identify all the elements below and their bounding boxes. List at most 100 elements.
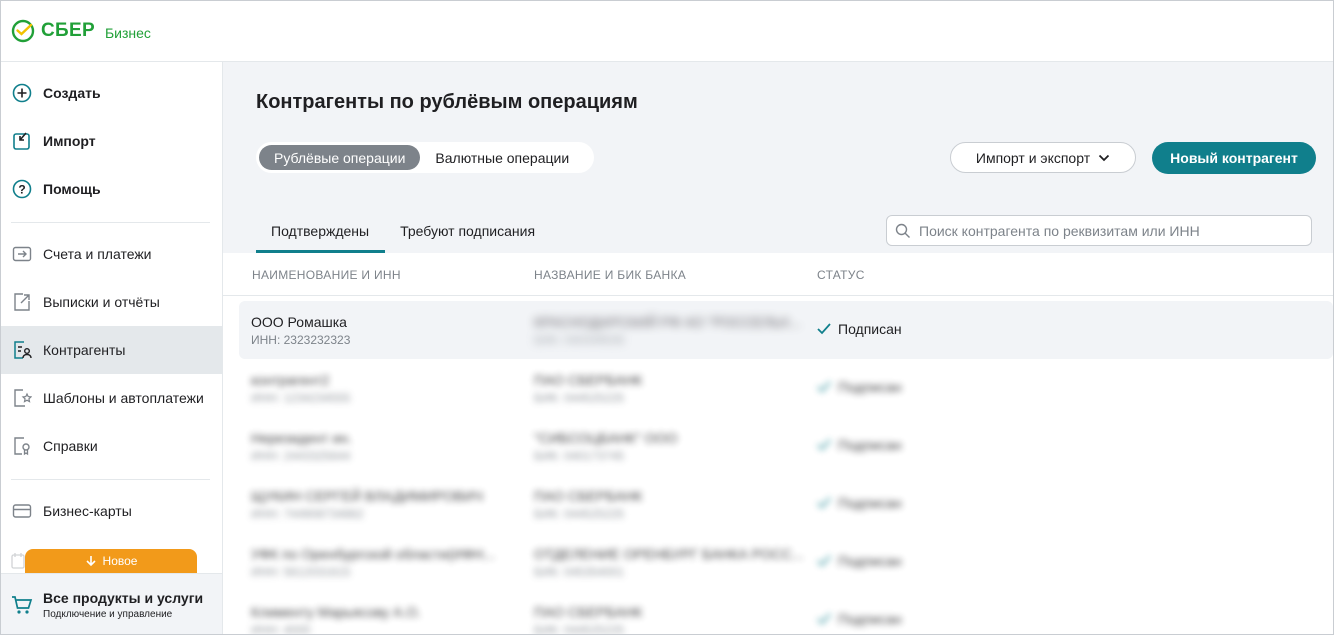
- app-window: СБЕР Бизнес Создать Импорт ? Помощь Счет…: [0, 0, 1334, 635]
- search-input[interactable]: [919, 222, 1311, 239]
- counterparty-name: ООО Ромашка: [251, 314, 347, 330]
- bank-name: ПАО СБЕРБАНК: [534, 488, 643, 504]
- import-export-label: Импорт и экспорт: [975, 149, 1091, 166]
- counterparty-cell: Нерезидент ин. ИНН: 2443325644: [251, 430, 352, 463]
- check-icon: [817, 381, 831, 393]
- page-title: Контрагенты по рублёвым операциям: [256, 91, 638, 113]
- search-icon: [895, 223, 910, 238]
- bank-name: ПАО СБЕРБАНК: [534, 604, 643, 620]
- bank-bik: БИК: 040173745: [534, 449, 625, 463]
- counterparty-cell: ЩУКИН СЕРГЕЙ ВЛАДИМИРОВИЧ ИНН: 744908734…: [251, 488, 483, 521]
- top-header: СБЕР Бизнес: [1, 1, 1333, 62]
- status-label: Подписан: [838, 437, 902, 453]
- sber-logo[interactable]: СБЕР Бизнес: [11, 19, 151, 43]
- all-products-button[interactable]: Все продукты и услуги Подключение и упра…: [1, 573, 222, 634]
- table-row[interactable]: ООО Ромашка ИНН: 2323232323 КРАСНОДАРСКИ…: [239, 301, 1333, 359]
- sidebar-divider: [11, 222, 210, 223]
- bank-cell: ОТДЕЛЕНИЕ ОРЕНБУРГ БАНКА РОСС... БИК: 04…: [534, 546, 804, 579]
- bank-cell: ПАО СБЕРБАНК БИК: 044525225: [534, 488, 642, 521]
- bank-cell: ПАО СБЕРБАНК БИК: 044525225: [534, 604, 643, 634]
- sidebar-item-business-cards[interactable]: Бизнес-карты: [1, 487, 222, 535]
- new-counterparty-button[interactable]: Новый контрагент: [1152, 142, 1316, 174]
- bank-bik: БИК: 044525225: [534, 507, 625, 521]
- bank-cell: "СИБСОЦБАНК" ООО БИК: 040173745: [534, 430, 677, 463]
- check-icon: [817, 323, 831, 335]
- status-cell: Подписан: [817, 495, 902, 511]
- sidebar-item-label: Счета и платежи: [43, 246, 152, 262]
- table-row[interactable]: Нерезидент ин. ИНН: 2443325644 "СИБСОЦБА…: [239, 417, 1333, 475]
- counterparty-name: Клименту Марьясову А.О.: [251, 604, 421, 620]
- table-row[interactable]: ЩУКИН СЕРГЕЙ ВЛАДИМИРОВИЧ ИНН: 744908734…: [239, 475, 1333, 533]
- card-icon: [11, 500, 33, 522]
- sidebar-item-counterparties[interactable]: Контрагенты: [1, 326, 222, 374]
- status-label: Подписан: [838, 379, 902, 395]
- status-tabs: Подтверждены Требуют подписания: [256, 217, 551, 253]
- sidebar-item-label: Контрагенты: [43, 342, 126, 358]
- table-row[interactable]: Клименту Марьясову А.О. ИНН: 4000 ПАО СБ…: [239, 591, 1333, 634]
- counterparty-name: Нерезидент ин.: [251, 430, 352, 446]
- bank-bik: БИК: 040349536: [534, 333, 625, 347]
- counterparty-inn: ИНН: 5612031615: [251, 565, 351, 579]
- calendar-icon: [11, 552, 25, 570]
- counterparties-icon: [11, 339, 33, 361]
- status-cell: Подписан: [817, 321, 902, 337]
- bank-bik: БИК: 045354001: [534, 565, 625, 579]
- table-header: НАИМЕНОВАНИЕ И ИНН НАЗВАНИЕ И БИК БАНКА …: [223, 253, 1333, 296]
- sidebar-item-certificates[interactable]: Справки: [1, 422, 222, 470]
- help-circle-icon: ?: [11, 178, 33, 200]
- sidebar-item-label: Шаблоны и автоплатежи: [43, 390, 204, 406]
- check-icon: [817, 497, 831, 509]
- table-row[interactable]: УФК по Оренбургской области(ИФН... ИНН: …: [239, 533, 1333, 591]
- counterparty-cell: ООО Ромашка ИНН: 2323232323: [251, 314, 350, 347]
- chevron-down-icon: [1098, 154, 1110, 161]
- import-icon: [11, 130, 33, 152]
- status-cell: Подписан: [817, 611, 902, 627]
- arrow-down-icon: [85, 556, 96, 567]
- sidebar-item-help[interactable]: ? Помощь: [1, 165, 222, 213]
- sidebar-item-import[interactable]: Импорт: [1, 117, 222, 165]
- table-row[interactable]: контрагент2 ИНН: 1234234555 ПАО СБЕРБАНК…: [239, 359, 1333, 417]
- new-badge[interactable]: Новое: [25, 549, 197, 573]
- counterparty-name: УФК по Оренбургской области(ИФН...: [251, 546, 495, 562]
- sidebar-item-payments[interactable]: Счета и платежи: [1, 230, 222, 278]
- plus-circle-icon: [11, 82, 33, 104]
- svg-text:?: ?: [18, 183, 25, 197]
- status-cell: Подписан: [817, 553, 902, 569]
- segment-rub[interactable]: Рублёвые операции: [259, 145, 421, 170]
- sidebar-item-templates[interactable]: Шаблоны и автоплатежи: [1, 374, 222, 422]
- counterparty-inn: ИНН: 2443325644: [251, 449, 351, 463]
- counterparty-cell: УФК по Оренбургской области(ИФН... ИНН: …: [251, 546, 495, 579]
- brand-sub: Бизнес: [104, 24, 151, 41]
- sidebar-item-label: Бизнес-карты: [43, 503, 132, 519]
- search-box: [886, 215, 1312, 246]
- certificates-icon: [11, 435, 33, 457]
- column-header-bank: НАЗВАНИЕ И БИК БАНКА: [534, 268, 687, 282]
- bank-name: ПАО СБЕРБАНК: [534, 372, 643, 388]
- sidebar-item-statements[interactable]: Выписки и отчёты: [1, 278, 222, 326]
- counterparties-table: НАИМЕНОВАНИЕ И ИНН НАЗВАНИЕ И БИК БАНКА …: [223, 253, 1333, 634]
- sidebar-item-label: Справки: [43, 438, 98, 454]
- bank-name: "СИБСОЦБАНК" ООО: [534, 430, 678, 446]
- counterparty-cell: контрагент2 ИНН: 1234234555: [251, 372, 350, 405]
- tab-need-signing[interactable]: Требуют подписания: [385, 217, 551, 249]
- main-content: Контрагенты по рублёвым операциям Рублёв…: [223, 62, 1333, 634]
- segment-currency[interactable]: Валютные операции: [420, 145, 584, 170]
- cart-icon: [11, 594, 33, 616]
- payments-icon: [11, 243, 33, 265]
- sidebar-item-create[interactable]: Создать: [1, 69, 222, 117]
- bank-bik: БИК: 044525225: [534, 391, 625, 405]
- sidebar-item-label: Помощь: [43, 181, 101, 197]
- status-label: Подписан: [838, 553, 902, 569]
- sidebar: Создать Импорт ? Помощь Счета и платежи: [1, 62, 223, 634]
- counterparty-inn: ИНН: 744908734862: [251, 507, 364, 521]
- all-products-title: Все продукты и услуги: [43, 590, 204, 606]
- counterparty-inn: ИНН: 2323232323: [251, 333, 351, 347]
- bank-cell: ПАО СБЕРБАНК БИК: 044525225: [534, 372, 642, 405]
- bank-name: ОТДЕЛЕНИЕ ОРЕНБУРГ БАНКА РОСС...: [534, 546, 804, 562]
- templates-icon: [11, 387, 33, 409]
- currency-segmented-control: Рублёвые операции Валютные операции: [256, 142, 594, 173]
- brand-name: СБЕР: [41, 20, 95, 41]
- status-cell: Подписан: [817, 437, 902, 453]
- tab-confirmed[interactable]: Подтверждены: [256, 217, 386, 253]
- import-export-button[interactable]: Импорт и экспорт: [950, 142, 1136, 173]
